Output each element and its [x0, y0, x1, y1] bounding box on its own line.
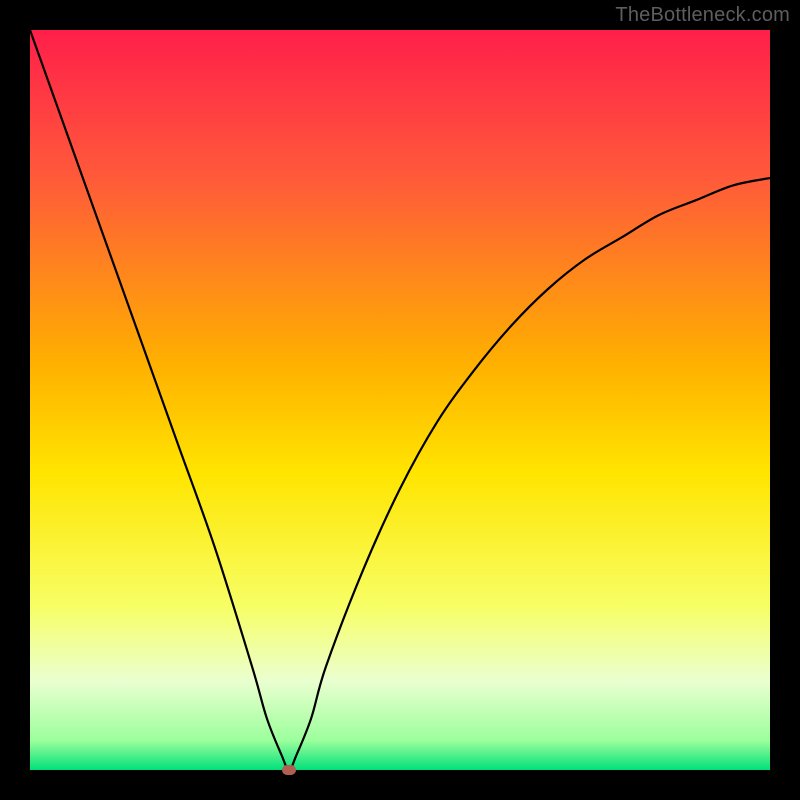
watermark-text: TheBottleneck.com [615, 4, 790, 27]
bottleneck-curve [30, 30, 770, 770]
optimum-marker [282, 765, 296, 775]
chart-frame: TheBottleneck.com [0, 0, 800, 800]
plot-area [30, 30, 770, 770]
curve-layer [30, 30, 770, 770]
